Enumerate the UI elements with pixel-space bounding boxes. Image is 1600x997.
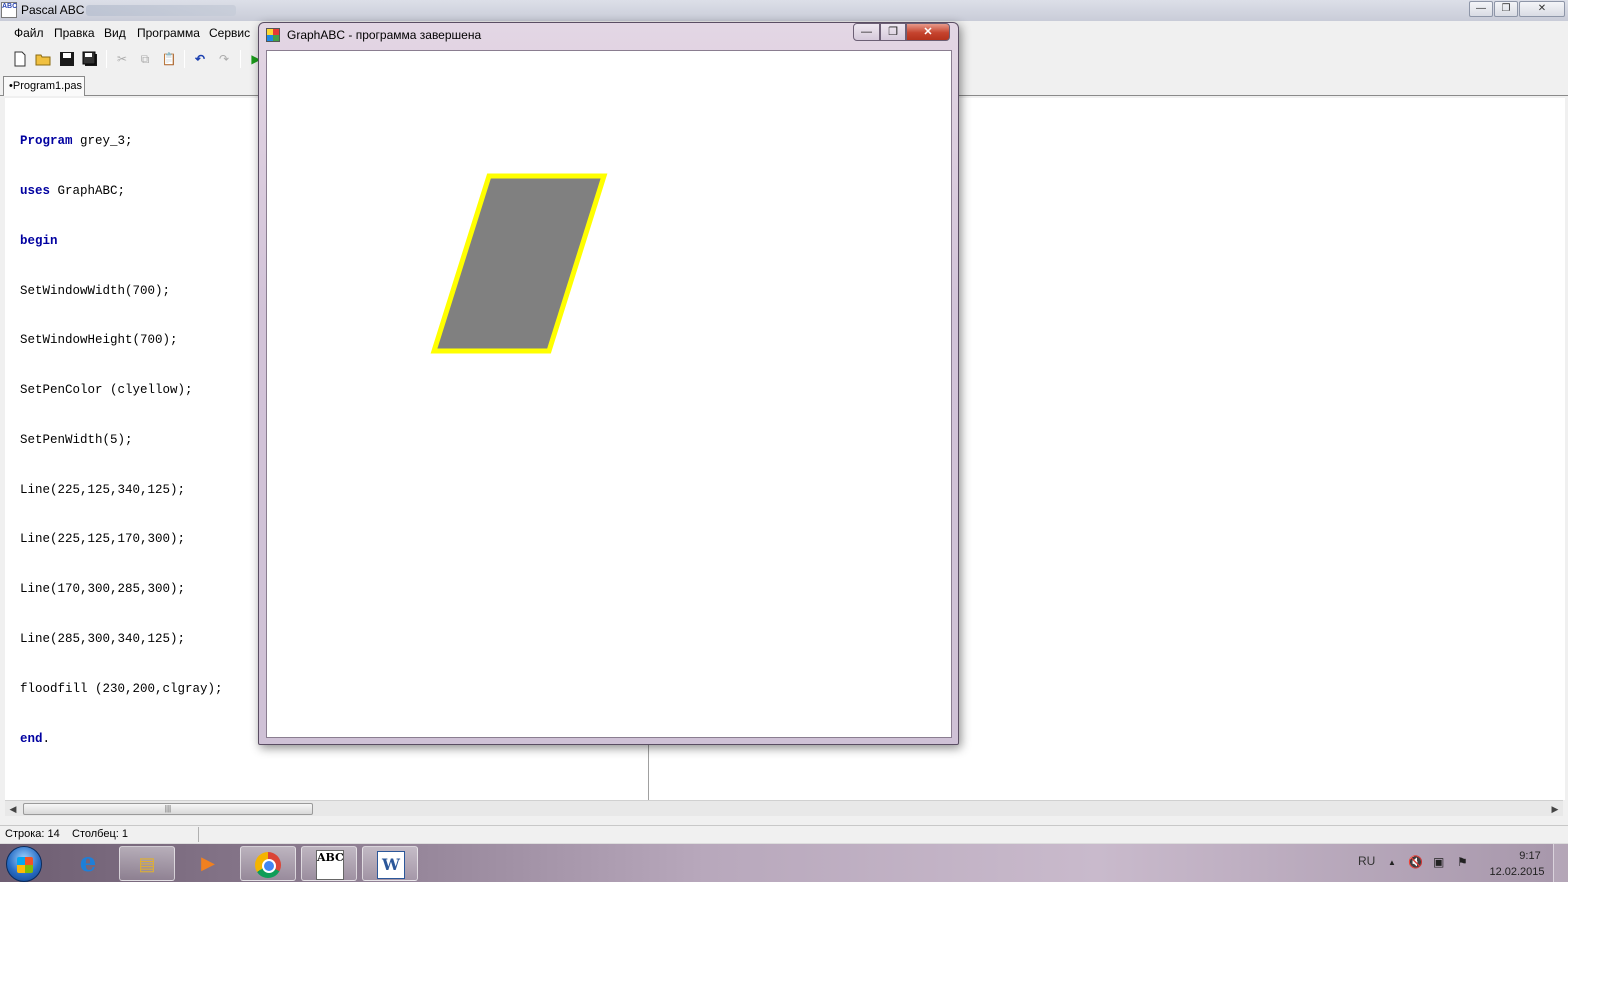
code-keyword: uses [20, 183, 51, 198]
graphabc-canvas [266, 50, 952, 738]
scroll-right-arrow-icon[interactable]: ▶ [1547, 801, 1563, 817]
open-folder-icon[interactable] [35, 51, 51, 67]
start-button[interactable] [6, 846, 42, 882]
windows-taskbar: e ▤ ▶ ABC W RU ▲ 🔇 ▣ ⚑ 9:17 12.02.2015 [0, 843, 1568, 883]
action-center-flag-icon[interactable]: ⚑ [1457, 855, 1468, 869]
windows-logo-icon [17, 857, 33, 873]
paste-icon[interactable]: 📋 [161, 51, 177, 67]
code-line: SetWindowWidth(700); [20, 283, 223, 300]
code-keyword: begin [20, 233, 58, 248]
code-rest: Line(285,300,340,125); [20, 632, 186, 646]
save-icon[interactable] [59, 51, 75, 67]
code-line: begin [20, 233, 223, 250]
code-rest: SetWindowHeight(700); [20, 333, 178, 348]
menu-edit[interactable]: Правка [54, 26, 95, 40]
language-indicator[interactable]: RU [1358, 854, 1375, 868]
pascal-abc-app-icon: ABC [1, 2, 17, 18]
internet-explorer-icon[interactable]: e [60, 846, 116, 881]
code-rest: GraphABC; [50, 183, 126, 198]
toolbar-separator [106, 50, 107, 68]
code-line: floodfill (230,200,clgray); [20, 681, 223, 698]
code-rest: floodfill (230,200,clgray); [20, 681, 223, 696]
menu-bar: Файл Правка Вид Программа Сервис [0, 22, 260, 44]
menu-file[interactable]: Файл [14, 26, 44, 40]
toolbar-separator [240, 50, 241, 68]
ide-restore-button[interactable]: ❐ [1494, 1, 1518, 17]
word-icon: W [377, 851, 405, 879]
show-hidden-icons-icon[interactable]: ▲ [1388, 858, 1396, 867]
code-rest: SetPenWidth(5); [20, 432, 133, 447]
horizontal-scrollbar[interactable]: ◀ ||| ▶ [5, 800, 1563, 816]
save-all-icon[interactable] [82, 51, 98, 67]
code-rest: grey_3; [72, 134, 133, 149]
code-line: uses GraphABC; [20, 183, 223, 200]
gray-parallelogram [430, 173, 608, 354]
toolbar-separator [184, 50, 185, 68]
blank-area [0, 882, 1600, 997]
network-icon[interactable]: ▣ [1433, 855, 1444, 869]
status-bar: Строка: 14 Столбец: 1 [0, 825, 1568, 843]
code-line: Line(170,300,285,300); [20, 581, 223, 598]
editor-gutter [5, 98, 17, 800]
code-line: Line(285,300,340,125); [20, 631, 223, 648]
code-line: SetPenWidth(5); [20, 432, 223, 449]
graphabc-minimize-button[interactable]: — [853, 23, 880, 41]
menu-service[interactable]: Сервис [209, 26, 250, 40]
toolbar: ✂ ⧉ 📋 ↶ ↷ ▶ [0, 46, 261, 72]
code-rest: SetWindowWidth(700); [20, 283, 171, 298]
chrome-icon [255, 852, 281, 878]
code-rest: SetPenColor (clyellow); [20, 383, 193, 398]
file-explorer-icon[interactable]: ▤ [119, 846, 175, 881]
graphabc-window: GraphABC - программа завершена — ❐ ✕ [258, 22, 959, 745]
word-taskbar-button[interactable]: W [362, 846, 418, 881]
new-file-icon[interactable] [12, 51, 28, 67]
volume-muted-icon[interactable]: 🔇 [1408, 855, 1423, 869]
scroll-thumb[interactable]: ||| [23, 803, 313, 815]
chrome-taskbar-button[interactable] [240, 846, 296, 881]
code-line: Program grey_3; [20, 133, 223, 150]
code-rest: Line(170,300,285,300); [20, 582, 186, 597]
code-rest: . [42, 731, 51, 746]
undo-icon[interactable]: ↶ [192, 51, 208, 67]
menu-view[interactable]: Вид [104, 26, 126, 40]
copy-icon[interactable]: ⧉ [137, 51, 153, 67]
code-rest: Line(225,125,170,300); [20, 532, 186, 547]
cut-icon[interactable]: ✂ [114, 51, 130, 67]
code-keyword: end [20, 731, 43, 746]
code-text[interactable]: Program grey_3; uses GraphABC; begin Set… [20, 100, 223, 780]
status-line-number: Строка: 14 [5, 828, 60, 840]
ide-window-title: Pascal ABC [21, 3, 85, 17]
clock-date[interactable]: 12.02.2015 [1482, 866, 1552, 878]
show-desktop-button[interactable] [1553, 844, 1568, 883]
graphabc-window-title: GraphABC - программа завершена [287, 28, 482, 42]
pascal-abc-taskbar-button[interactable]: ABC [301, 846, 357, 881]
scroll-left-arrow-icon[interactable]: ◀ [5, 801, 21, 817]
ide-minimize-button[interactable]: — [1469, 1, 1493, 17]
status-column-number: Столбец: 1 [72, 828, 128, 840]
code-line: Line(225,125,340,125); [20, 482, 223, 499]
graphabc-close-button[interactable]: ✕ [906, 23, 950, 41]
blurred-title-region [86, 5, 236, 16]
code-line: end. [20, 731, 223, 748]
code-keyword: Program [20, 134, 73, 149]
graphabc-app-icon [266, 28, 280, 42]
code-line: SetWindowHeight(700); [20, 332, 223, 349]
graphabc-restore-button[interactable]: ❐ [880, 23, 906, 41]
media-player-icon[interactable]: ▶ [180, 846, 236, 881]
code-line: Line(225,125,170,300); [20, 531, 223, 548]
ide-title-bar[interactable]: ABC Pascal ABC — ❐ ✕ [0, 0, 1568, 21]
code-rest: Line(225,125,340,125); [20, 482, 186, 497]
clock-time[interactable]: 9:17 [1500, 850, 1560, 862]
code-line: SetPenColor (clyellow); [20, 382, 223, 399]
pascal-abc-icon: ABC [316, 850, 344, 880]
ide-close-button[interactable]: ✕ [1519, 1, 1565, 17]
menu-program[interactable]: Программа [137, 26, 200, 40]
tab-program1-pas[interactable]: •Program1.pas [3, 76, 85, 96]
redo-icon[interactable]: ↷ [216, 51, 232, 67]
drawing-surface [430, 173, 608, 354]
status-divider [198, 827, 199, 842]
